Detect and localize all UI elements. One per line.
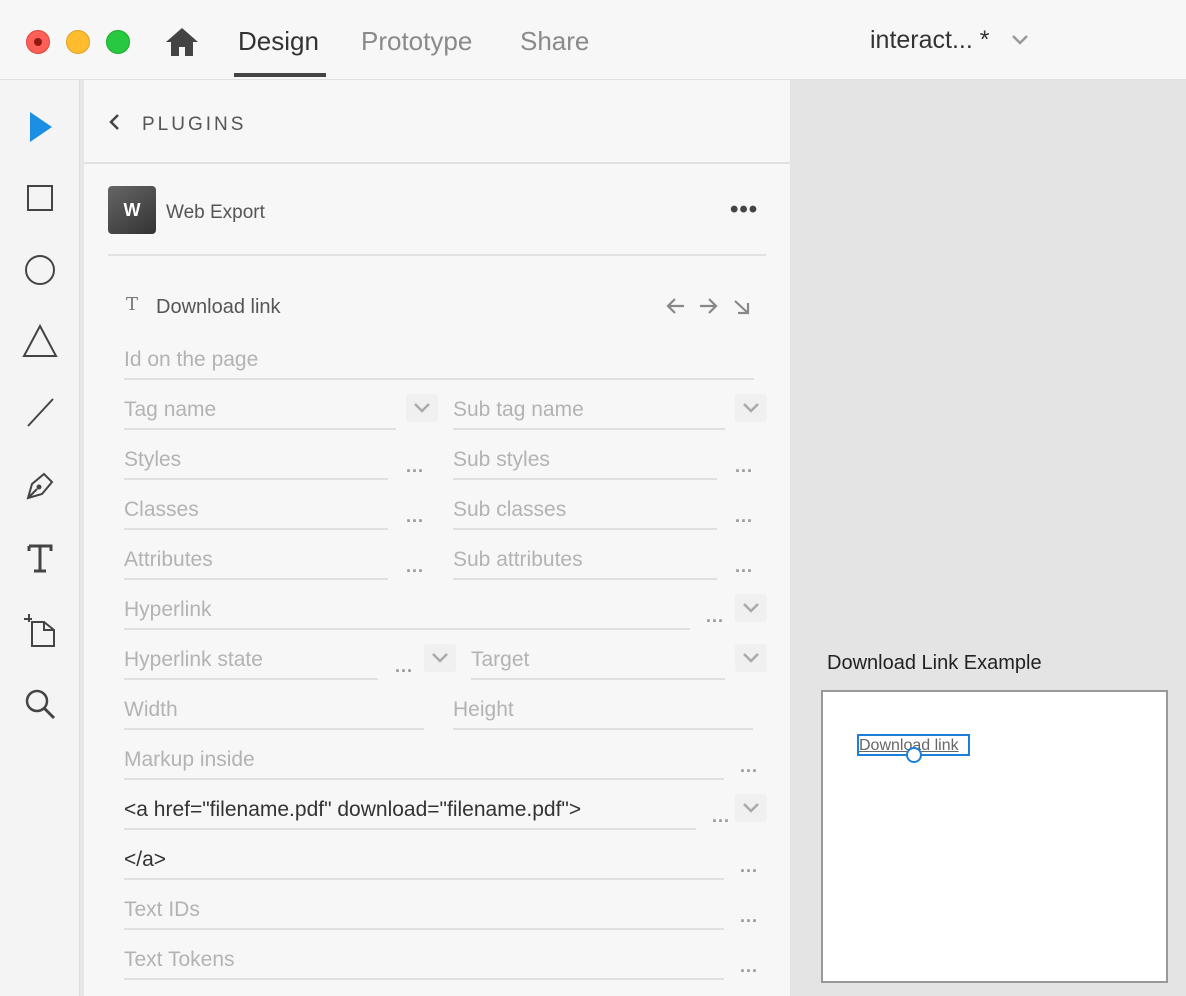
styles-field[interactable]: Styles [124,440,388,480]
hyperlink-state-more-button[interactable]: ... [395,656,413,677]
sub-tag-name-dropdown[interactable] [735,394,767,422]
styles-more-button[interactable]: ... [406,456,424,477]
id-field[interactable]: Id on the page [124,340,754,380]
target-field[interactable]: Target [471,640,725,680]
hyperlink-state-field[interactable]: Hyperlink state [124,640,378,680]
plugin-logo-icon: W [108,186,156,234]
text-tokens-more-button[interactable]: ... [740,956,758,977]
active-tab-indicator [234,73,326,77]
element-name: Download link [156,296,281,318]
tag-name-field[interactable]: Tag name [124,390,396,430]
arrow-right-icon[interactable] [696,294,720,318]
sub-styles-field[interactable]: Sub styles [453,440,717,480]
hyperlink-dropdown[interactable] [735,594,767,622]
sub-attributes-field[interactable]: Sub attributes [453,540,717,580]
classes-field[interactable]: Classes [124,490,388,530]
text-tokens-field[interactable]: Text Tokens [124,940,724,980]
home-icon[interactable] [164,26,200,58]
tab-design[interactable]: Design [238,26,319,57]
pen-tool-icon[interactable] [20,466,60,506]
minimize-window-button[interactable] [66,30,90,54]
panel-header: PLUGINS [84,80,790,164]
markup-inside-field[interactable]: Markup inside [124,740,724,780]
text-ids-field[interactable]: Text IDs [124,890,724,930]
select-tool-icon[interactable] [20,108,60,148]
plugin-name: Web Export [166,202,265,223]
sub-styles-more-button[interactable]: ... [735,456,753,477]
chevron-down-icon [743,653,759,663]
chevron-down-icon[interactable] [1010,32,1030,48]
arrow-left-icon[interactable] [664,294,688,318]
width-field[interactable]: Width [124,690,424,730]
hyperlink-field[interactable]: Hyperlink [124,590,690,630]
selection-handle[interactable] [906,747,922,763]
close-window-button[interactable] [26,30,50,54]
line-tool-icon[interactable] [20,392,60,432]
chevron-down-icon [743,603,759,613]
back-chevron-icon[interactable] [106,112,122,132]
hyperlink-more-button[interactable]: ... [706,606,724,627]
tab-prototype[interactable]: Prototype [361,26,472,57]
rectangle-tool-icon[interactable] [20,178,60,218]
more-options-button[interactable]: ••• [730,196,758,224]
selected-element-row: T Download link [124,292,754,322]
zoom-window-button[interactable] [106,30,130,54]
sub-attributes-more-button[interactable]: ... [735,556,753,577]
plugin-header: W Web Export ••• [108,184,766,256]
document-title[interactable]: interact... * [870,26,990,55]
chevron-down-icon [432,653,448,663]
height-field[interactable]: Height [453,690,753,730]
text-ids-more-button[interactable]: ... [740,906,758,927]
markup-after-more-button[interactable]: ... [740,856,758,877]
markup-inside-more-button[interactable]: ... [740,756,758,777]
markup-before-dropdown[interactable] [735,794,767,822]
markup-before-field[interactable]: <a href="filename.pdf" download="filenam… [124,790,696,830]
sub-classes-field[interactable]: Sub classes [453,490,717,530]
zoom-tool-icon[interactable] [20,684,60,724]
hyperlink-state-dropdown[interactable] [424,644,456,672]
artboard[interactable]: Download link [821,690,1168,983]
text-type-icon: T [126,294,139,315]
sub-tag-name-field[interactable]: Sub tag name [453,390,725,430]
tag-name-dropdown[interactable] [406,394,438,422]
tool-bar [0,80,80,996]
panel-title: PLUGINS [142,114,247,135]
title-bar: Design Prototype Share interact... * [0,0,1186,80]
arrow-down-right-icon[interactable] [730,294,754,318]
artboard-title[interactable]: Download Link Example [827,652,1042,675]
tab-share[interactable]: Share [520,26,589,57]
sub-classes-more-button[interactable]: ... [735,506,753,527]
markup-before-more-button[interactable]: ... [712,806,730,827]
design-canvas[interactable]: Download Link Example Download link [790,80,1186,996]
attributes-more-button[interactable]: ... [406,556,424,577]
markup-after-field[interactable]: </a> [124,840,724,880]
ellipse-tool-icon[interactable] [20,250,60,290]
chevron-down-icon [743,403,759,413]
classes-more-button[interactable]: ... [406,506,424,527]
artboard-tool-icon[interactable] [20,610,60,650]
selected-download-link[interactable]: Download link [857,734,970,763]
polygon-tool-icon[interactable] [20,322,60,362]
attributes-field[interactable]: Attributes [124,540,388,580]
plugins-panel: PLUGINS W Web Export ••• T Download link… [84,80,790,996]
chevron-down-icon [414,403,430,413]
chevron-down-icon [743,803,759,813]
text-tool-icon[interactable] [20,538,60,578]
target-dropdown[interactable] [735,644,767,672]
